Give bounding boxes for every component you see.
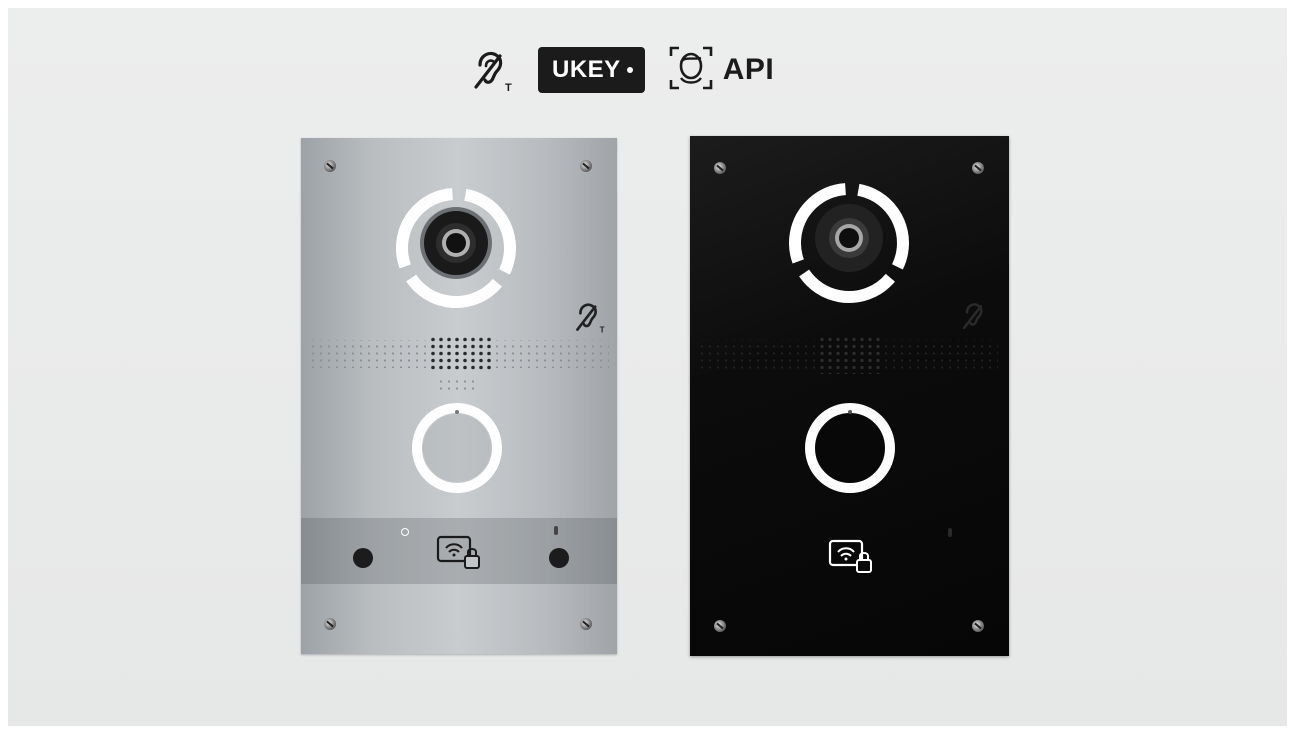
screw-icon xyxy=(324,618,336,630)
face-recognition-icon xyxy=(667,44,715,97)
speaker-grille xyxy=(309,336,609,390)
ukey-badge: UKEY xyxy=(538,47,645,93)
ukey-label: UKEY xyxy=(552,56,621,83)
screw-icon xyxy=(714,162,726,174)
svg-text:T: T xyxy=(505,82,512,93)
mic-icon xyxy=(554,526,558,535)
screw-icon xyxy=(324,160,336,172)
camera-lens-icon xyxy=(789,183,909,303)
screw-icon xyxy=(580,160,592,172)
button-right[interactable] xyxy=(549,548,569,568)
button-left[interactable] xyxy=(353,548,373,568)
hearing-loop-icon: T xyxy=(470,47,516,93)
feature-bar: T UKEY API xyxy=(470,44,774,96)
nfc-reader-icon[interactable] xyxy=(828,538,876,574)
status-led-icon xyxy=(401,528,409,536)
product-image-stage: T UKEY API T xyxy=(8,8,1287,726)
nfc-reader-icon[interactable] xyxy=(436,534,484,570)
hearing-loop-icon: T xyxy=(576,303,605,334)
hearing-loop-icon xyxy=(962,303,983,330)
black-intercom-panel xyxy=(690,136,1009,656)
ukey-dot-icon xyxy=(626,67,633,73)
silver-intercom-panel: T xyxy=(301,138,617,654)
camera-lens-icon xyxy=(396,188,516,308)
call-button[interactable] xyxy=(800,398,900,498)
api-label: API xyxy=(722,53,775,86)
svg-text:T: T xyxy=(600,326,605,334)
screw-icon xyxy=(580,618,592,630)
call-button[interactable] xyxy=(407,398,507,498)
mic-icon xyxy=(948,528,952,537)
screw-icon xyxy=(972,620,984,632)
speaker-grille xyxy=(698,336,998,374)
screw-icon xyxy=(714,620,726,632)
screw-icon xyxy=(972,162,984,174)
face-api-group: API xyxy=(667,44,775,97)
